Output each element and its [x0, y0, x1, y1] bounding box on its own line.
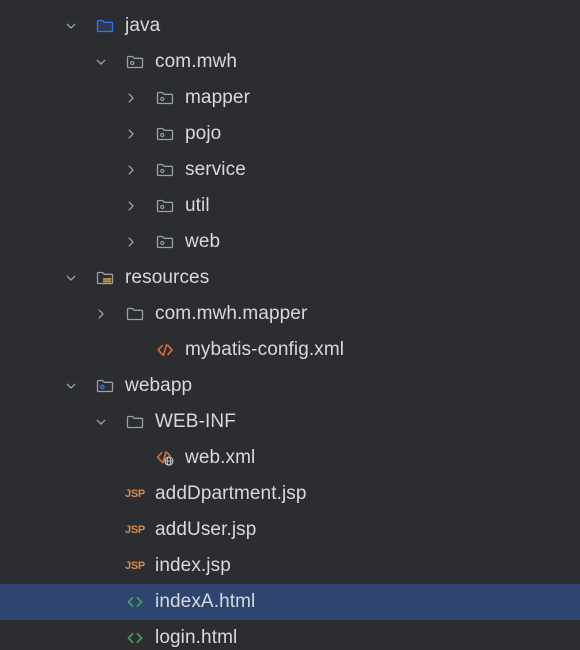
- package-folder-icon: [154, 231, 176, 253]
- tree-row[interactable]: web.xml: [0, 440, 580, 476]
- folder-icon: [124, 411, 146, 433]
- tree-row[interactable]: pojo: [0, 116, 580, 152]
- tree-row-label: login.html: [155, 627, 238, 648]
- tree-row-label: service: [185, 159, 246, 180]
- package-folder-icon: [154, 159, 176, 181]
- source-root-folder-icon: [94, 15, 116, 37]
- package-folder-icon: [154, 195, 176, 217]
- tree-row[interactable]: util: [0, 188, 580, 224]
- chevron-down-icon[interactable]: [62, 269, 80, 287]
- tree-row[interactable]: webapp: [0, 368, 580, 404]
- tree-row[interactable]: login.html: [0, 620, 580, 650]
- chevron-right-icon[interactable]: [122, 89, 140, 107]
- tree-row-label: addDpartment.jsp: [155, 483, 307, 504]
- chevron-down-icon[interactable]: [62, 377, 80, 395]
- tree-row-label: web.xml: [185, 447, 256, 468]
- tree-row[interactable]: mapper: [0, 80, 580, 116]
- package-folder-icon: [154, 123, 176, 145]
- tree-row[interactable]: JSP addDpartment.jsp: [0, 476, 580, 512]
- tree-row[interactable]: indexA.html: [0, 584, 580, 620]
- chevron-down-icon[interactable]: [92, 413, 110, 431]
- jsp-file-icon: JSP: [125, 560, 145, 572]
- chevron-right-icon[interactable]: [122, 161, 140, 179]
- chevron-down-icon[interactable]: [62, 17, 80, 35]
- tree-row[interactable]: com.mwh: [0, 44, 580, 80]
- package-folder-icon: [154, 87, 176, 109]
- xml-file-icon: [154, 339, 176, 361]
- tree-row-label: java: [125, 15, 161, 36]
- tree-row-label: index.jsp: [155, 555, 231, 576]
- chevron-right-icon[interactable]: [92, 305, 110, 323]
- package-folder-icon: [124, 51, 146, 73]
- tree-row-label: webapp: [125, 375, 193, 396]
- jsp-file-icon: JSP: [125, 488, 145, 500]
- jsp-file-icon: JSP: [125, 524, 145, 536]
- chevron-right-icon[interactable]: [122, 197, 140, 215]
- tree-row[interactable]: java: [0, 8, 580, 44]
- tree-row-label: util: [185, 195, 210, 216]
- folder-icon: [124, 303, 146, 325]
- tree-row[interactable]: com.mwh.mapper: [0, 296, 580, 332]
- tree-row[interactable]: JSP addUser.jsp: [0, 512, 580, 548]
- chevron-right-icon[interactable]: [122, 125, 140, 143]
- tree-row[interactable]: JSP index.jsp: [0, 548, 580, 584]
- project-tree[interactable]: java com.mwh mapper pojo service util web resou…: [0, 0, 580, 650]
- tree-row-label: web: [185, 231, 221, 252]
- tree-row-label: mybatis-config.xml: [185, 339, 345, 360]
- tree-row[interactable]: resources: [0, 260, 580, 296]
- tree-row-label: indexA.html: [155, 591, 256, 612]
- tree-row-label: pojo: [185, 123, 222, 144]
- web-root-folder-icon: [94, 375, 116, 397]
- chevron-right-icon[interactable]: [122, 233, 140, 251]
- html-file-icon: [124, 627, 146, 649]
- tree-row-label: addUser.jsp: [155, 519, 257, 540]
- tree-row-label: com.mwh: [155, 51, 237, 72]
- chevron-down-icon[interactable]: [92, 53, 110, 71]
- tree-row-label: resources: [125, 267, 210, 288]
- tree-row[interactable]: service: [0, 152, 580, 188]
- tree-row-label: mapper: [185, 87, 251, 108]
- web-xml-file-icon: [154, 447, 176, 469]
- tree-row-label: com.mwh.mapper: [155, 303, 308, 324]
- tree-row[interactable]: WEB-INF: [0, 404, 580, 440]
- html-file-icon: [124, 591, 146, 613]
- tree-row-label: WEB-INF: [155, 411, 236, 432]
- tree-row[interactable]: mybatis-config.xml: [0, 332, 580, 368]
- tree-row[interactable]: web: [0, 224, 580, 260]
- resource-root-folder-icon: [94, 267, 116, 289]
